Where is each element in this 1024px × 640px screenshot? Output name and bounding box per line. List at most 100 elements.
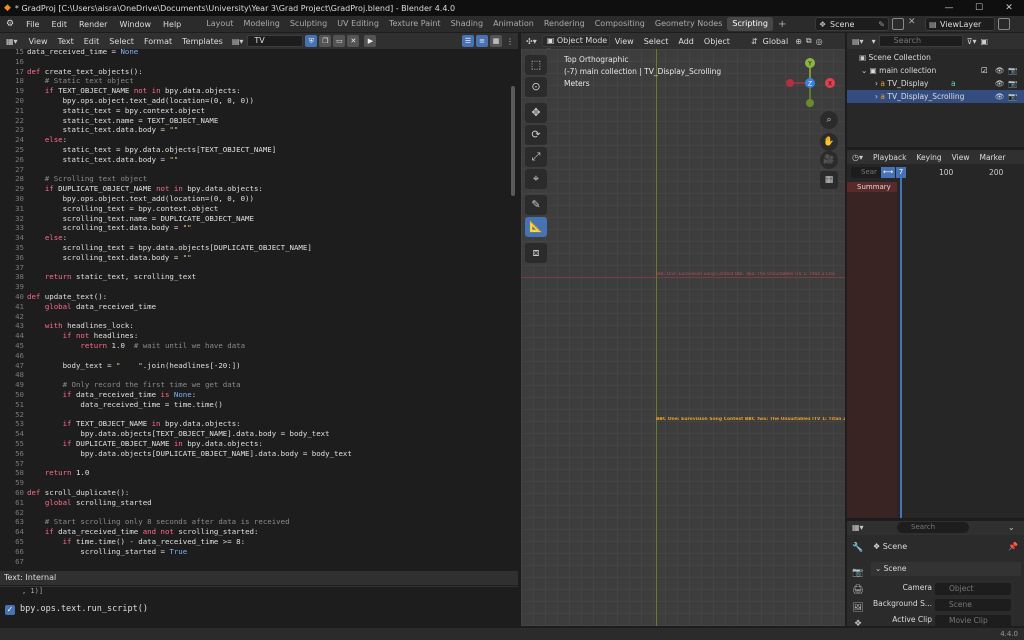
view-layer-selector[interactable]: ▤ ViewLayer [925,17,995,31]
text-name-field[interactable]: TV [247,35,304,47]
main-collection-row[interactable]: ⌄ ▣ main collection ☑ 👁 📷 [847,64,1024,77]
tab-texture-paint[interactable]: Texture Paint [384,17,446,31]
tl-menu-view[interactable]: View [947,153,975,162]
pin-icon[interactable]: ✎ [878,20,885,29]
vp-menu-select[interactable]: Select [639,37,674,46]
unlink-text-icon[interactable]: ✕ [347,35,360,47]
gizmo-neg-x-circle[interactable] [786,79,794,87]
grid-projection-icon[interactable]: ▦ [820,171,838,189]
tool-tab-icon[interactable]: 🔧 [851,543,865,557]
tab-rendering[interactable]: Rendering [539,17,590,31]
3d-viewport[interactable]: Top Orthographic (-7) main collection | … [521,49,845,626]
tab-scripting[interactable]: Scripting [727,17,773,31]
cursor-icon[interactable]: ⊙ [525,77,547,97]
summary-channel[interactable]: Summary [847,182,897,192]
properties-search-input[interactable]: Search [897,522,969,533]
properties-options-icon[interactable]: ⌄ [1008,523,1015,532]
render-tab-icon[interactable]: 📷 [851,568,865,582]
syntax-highlight-icon[interactable]: ▦ [490,35,502,47]
proportional-edit-icon[interactable]: ◎ [814,37,825,46]
outliner-editor-type-icon[interactable]: ▤▾ [847,37,869,46]
gizmo-neg-y-circle[interactable] [806,99,814,107]
code-editor[interactable]: 15 data_received_time = None 16 17 def creat… [0,49,518,571]
run-script-icon[interactable]: ▶ [364,35,377,47]
tab-geometry-nodes[interactable]: Geometry Nodes [650,17,727,31]
outliner-item-tv-display[interactable]: › a TV_Display a 👁 📷 [847,77,1024,90]
editor-type-icon[interactable]: ▦▾ [0,37,24,46]
menu-file[interactable]: File [20,20,45,29]
pivot-icon[interactable]: ⊕ [793,37,804,46]
rotate-icon[interactable]: ⟳ [525,125,547,145]
camera-view-icon[interactable]: 🎥 [820,151,838,169]
te-menu-text[interactable]: Text [53,37,79,46]
blender-menu-icon[interactable]: ⚙ [0,19,20,29]
move-icon[interactable]: ✥ [525,103,547,123]
annotate-icon[interactable]: ✎ [525,195,547,215]
te-menu-view[interactable]: View [24,37,53,46]
timeline-editor-type-icon[interactable]: ◷▾ [847,153,868,162]
active-clip-field[interactable]: Movie Clip [935,615,1011,627]
sidebar-toggle-icon[interactable]: ⋮ [502,37,518,46]
render-camera-icon[interactable]: 📷 [1008,77,1017,90]
scene-panel-header[interactable]: ⌄ Scene [871,562,1021,576]
close-icon[interactable]: ✕ [994,0,1024,16]
transform-icon[interactable]: ⌖ [525,169,547,189]
panel-collapse-icon[interactable]: ⌄ [875,564,884,573]
menu-window[interactable]: Window [113,20,157,29]
static-text-object[interactable]: BBC One: Eurovision Song Contest BBC Two… [656,417,845,422]
filter-icon[interactable]: ⊽▾ [963,37,981,46]
menu-render[interactable]: Render [73,20,113,29]
python-console[interactable]: , 1)] ✓ bpy.ops.text.run_script() [0,586,518,626]
collection-checkbox-icon[interactable]: ☑ [981,64,988,77]
tab-shading[interactable]: Shading [446,17,489,31]
tl-menu-playback[interactable]: Playback [868,153,911,162]
duplicate-text-icon[interactable]: ❐ [319,35,332,47]
tab-compositing[interactable]: Compositing [590,17,650,31]
zoom-icon[interactable]: ⌕ [820,111,838,129]
orientation-dropdown[interactable]: Global [758,37,794,46]
add-workspace-icon[interactable]: + [773,19,791,30]
scrolling-text-object[interactable]: BBC One: Eurovision Song Contest BBC Two… [656,272,845,277]
tab-uv-editing[interactable]: UV Editing [332,17,384,31]
navigation-gizmo[interactable]: Y Z X [785,55,835,110]
display-mode-icon[interactable]: ▾ [869,37,879,46]
object-mode-dropdown[interactable]: ▣ Object Mode ▾ [541,35,610,55]
open-text-icon[interactable]: ▭ [333,35,346,47]
output-tab-icon[interactable]: 🖨 [851,585,865,599]
pan-hand-icon[interactable]: ✋ [820,133,838,151]
new-collection-icon[interactable]: ▣ [980,37,988,46]
scene-selector[interactable]: ❖ Scene ✎ [815,17,889,31]
tab-modeling[interactable]: Modeling [238,17,284,31]
tl-menu-keying[interactable]: Keying [911,153,946,162]
outliner-search-input[interactable]: Search [878,35,963,47]
menu-edit[interactable]: Edit [45,20,73,29]
timeline-panel[interactable]: Sear ⟷ 7 100 200 Summary [847,164,1024,518]
background-scene-field[interactable]: Scene [935,599,1011,611]
view-layer-tab-icon[interactable]: 🖼 [851,603,865,617]
current-frame-indicator[interactable]: 7 [896,167,906,178]
code-scrollbar[interactable] [511,86,515,196]
measure-icon[interactable]: 📐 [525,217,547,237]
visibility-eye-icon[interactable]: 👁 [995,64,1005,77]
te-menu-format[interactable]: Format [139,37,177,46]
properties-editor-type-icon[interactable]: ▦▾ [852,523,864,532]
maximize-icon[interactable]: ☐ [964,0,994,16]
add-cube-icon[interactable]: ⧈ [525,243,547,263]
word-wrap-icon[interactable]: ≡ [476,35,488,47]
properties-pin-icon[interactable]: 📌 [1008,542,1018,551]
render-camera-icon[interactable]: 📷 [1008,64,1017,77]
te-menu-select[interactable]: Select [104,37,139,46]
orientation-icon[interactable]: ⇵ [751,37,758,46]
viewport-editor-type-icon[interactable]: ✣▾ [521,37,542,46]
te-menu-edit[interactable]: Edit [79,37,105,46]
expand-chevron-icon[interactable]: ⌄ [861,66,870,75]
shield-icon[interactable]: ⛨ [305,35,318,47]
delete-scene-icon[interactable]: ✕ [908,17,916,27]
scale-icon[interactable]: ⤢ [525,147,547,167]
visibility-eye-icon[interactable]: 👁 [995,77,1005,90]
vp-menu-add[interactable]: Add [673,37,699,46]
tab-sculpting[interactable]: Sculpting [285,17,332,31]
scene-collection-row[interactable]: ▣ Scene Collection [847,51,1024,64]
tl-menu-marker[interactable]: Marker [974,153,1010,162]
minimize-icon[interactable]: — [934,0,964,16]
